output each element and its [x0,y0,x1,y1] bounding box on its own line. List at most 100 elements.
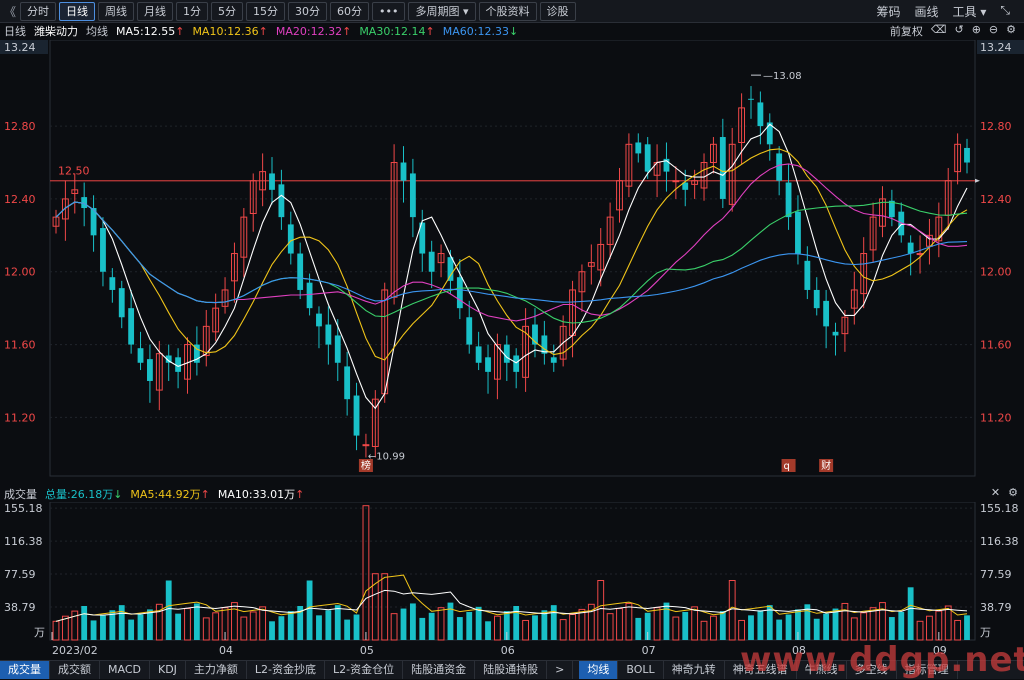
candle-body-down[interactable] [823,300,830,327]
candle-body-down[interactable] [100,228,106,272]
collapse-left-icon[interactable]: 《 [4,3,16,20]
period-button-12[interactable]: 诊股 [539,2,576,21]
period-button-2[interactable]: 周线 [98,2,134,21]
toolbar-tool-0[interactable]: 筹码 [877,3,901,20]
candle-body-down[interactable] [485,357,491,372]
close-icon[interactable]: ✕ [991,486,1000,499]
candle-body-down[interactable] [644,144,651,172]
candle-body-down[interactable] [409,173,416,218]
volume-bar-down[interactable] [100,615,106,640]
candle-body-down[interactable] [109,277,116,290]
candle-body-down[interactable] [428,251,435,272]
period-button-11[interactable]: 个股资料 [478,2,537,21]
volume-bar-down[interactable] [823,613,830,640]
volume-bar-down[interactable] [419,617,426,640]
candle-body-up[interactable] [362,444,370,447]
candle-body-down[interactable] [316,313,322,327]
candle-body-down[interactable] [550,357,557,363]
volume-bar-down[interactable] [118,605,125,640]
toolbar-tool-1[interactable]: 画线 [915,3,939,20]
period-button-0[interactable]: 分时 [20,2,56,21]
overlay-tab-0[interactable]: 均线 [579,661,619,679]
chart-control-5[interactable]: ⚙ [1006,23,1016,39]
candle-body-down[interactable] [832,331,839,336]
volume-bar-down[interactable] [532,615,538,640]
candle-body-down[interactable] [269,173,275,190]
candle-body-down[interactable] [776,153,783,181]
volume-bar-down[interactable] [334,605,341,640]
volume-bar-down[interactable] [428,612,435,640]
candle-body-down[interactable] [513,355,520,372]
candle-body-down[interactable] [137,348,144,363]
volume-bar-down[interactable] [193,603,200,640]
candle-body-down[interactable] [907,242,914,254]
candle-body-down[interactable] [748,98,754,100]
indicator-tab-7[interactable]: 陆股通资金 [403,661,476,679]
settings-icon[interactable]: ⚙ [1008,486,1018,499]
indicator-tab-2[interactable]: MACD [100,661,150,679]
avg-line-label[interactable]: 均线 [86,23,108,39]
candle-body-down[interactable] [287,224,294,254]
period-button-5[interactable]: 5分 [211,2,243,21]
chart-control-3[interactable]: ⊕ [972,23,981,39]
candle-body-down[interactable] [118,288,125,318]
volume-bar-down[interactable] [748,615,754,640]
indicator-tab-8[interactable]: 陆股通持股 [475,661,548,679]
volume-bar-down[interactable] [306,580,313,641]
volume-bar-down[interactable] [663,602,670,640]
volume-bar-down[interactable] [325,610,332,640]
volume-bar-down[interactable] [165,580,172,641]
candle-body-down[interactable] [964,147,970,163]
volume-bar-down[interactable] [541,610,548,640]
volume-bar-down[interactable] [409,603,416,640]
chart-control-1[interactable]: ⌫ [931,23,947,39]
period-button-9[interactable]: ••• [372,2,406,21]
indicator-tab-4[interactable]: 主力净额 [186,661,247,679]
indicator-tab-6[interactable]: L2-资金仓位 [325,661,404,679]
volume-bar-down[interactable] [888,617,895,640]
volume-bar-down[interactable] [485,621,491,640]
indicator-tab-0[interactable]: 成交量 [0,661,50,679]
candle-body-down[interactable] [795,211,801,254]
candle-body-down[interactable] [475,346,482,363]
candle-body-down[interactable] [128,308,135,345]
period-button-4[interactable]: 1分 [176,2,208,21]
candle-body-down[interactable] [466,317,473,345]
candle-body-down[interactable] [757,102,764,127]
toolbar-tool-2[interactable]: 工具 ▾ [953,3,987,20]
volume-bar-down[interactable] [475,606,482,640]
volume-bar-down[interactable] [175,613,182,640]
chart-control-0[interactable]: 前复权 [890,23,923,39]
candle-body-down[interactable] [400,162,407,181]
overlay-tab-2[interactable]: 神奇九转 [664,661,725,679]
candle-body-down[interactable] [503,344,510,363]
candle-body-down[interactable] [353,395,360,436]
candle-body-down[interactable] [635,142,642,154]
volume-bar-down[interactable] [898,611,905,640]
period-button-10[interactable]: 多周期图 ▾ [408,2,476,21]
candlestick-chart[interactable]: 13.24 13.24 12.80 12.80 12.40 12.40 12.00 12.00… [0,40,1024,480]
volume-bar-down[interactable] [682,611,689,640]
volume-chart[interactable]: 155.18 155.18 116.38 116.38 77.59 77.59 38.79 3… [0,502,1024,660]
volume-bar-down[interactable] [137,614,144,641]
indicator-tab-1[interactable]: 成交额 [50,661,100,679]
candle-body-down[interactable] [804,260,811,290]
period-button-7[interactable]: 30分 [288,2,327,21]
volume-bar-down[interactable] [90,620,97,640]
candle-body-down[interactable] [325,324,332,345]
volume-bar-down[interactable] [907,587,914,640]
volume-bar-down[interactable] [456,617,463,640]
volume-bar-down[interactable] [466,611,473,640]
volume-bar-down[interactable] [344,619,351,640]
candle-body-down[interactable] [785,182,792,218]
volume-bar-down[interactable] [964,615,970,640]
volume-bar-down[interactable] [287,611,294,640]
volume-bar-down[interactable] [147,609,153,640]
chart-control-2[interactable]: ↺ [954,23,963,39]
candle-body-down[interactable] [456,277,463,309]
toolbar-tool-3[interactable]: ⤡ [1000,3,1010,20]
candle-body-down[interactable] [278,184,285,218]
volume-bar-down[interactable] [719,611,726,640]
volume-bar-down[interactable] [635,617,642,640]
volume-bar-down[interactable] [550,605,557,640]
